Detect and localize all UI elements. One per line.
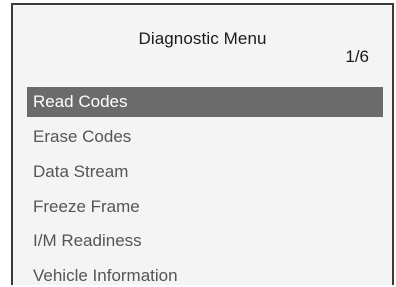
menu-item-read-codes[interactable]: Read Codes [27,87,383,117]
menu-item-erase-codes[interactable]: Erase Codes [27,120,383,155]
diagnostic-menu: Read Codes Erase Codes Data Stream Freez… [27,85,383,285]
menu-item-vehicle-information[interactable]: Vehicle Information [27,259,383,285]
menu-item-data-stream[interactable]: Data Stream [27,155,383,190]
menu-item-freeze-frame[interactable]: Freeze Frame [27,190,383,225]
page-title: Diagnostic Menu [138,29,267,48]
device-screen: Diagnostic Menu 1/6 Read Codes Erase Cod… [11,3,394,285]
menu-item-im-readiness[interactable]: I/M Readiness [27,224,383,259]
page-indicator: 1/6 [345,47,369,66]
